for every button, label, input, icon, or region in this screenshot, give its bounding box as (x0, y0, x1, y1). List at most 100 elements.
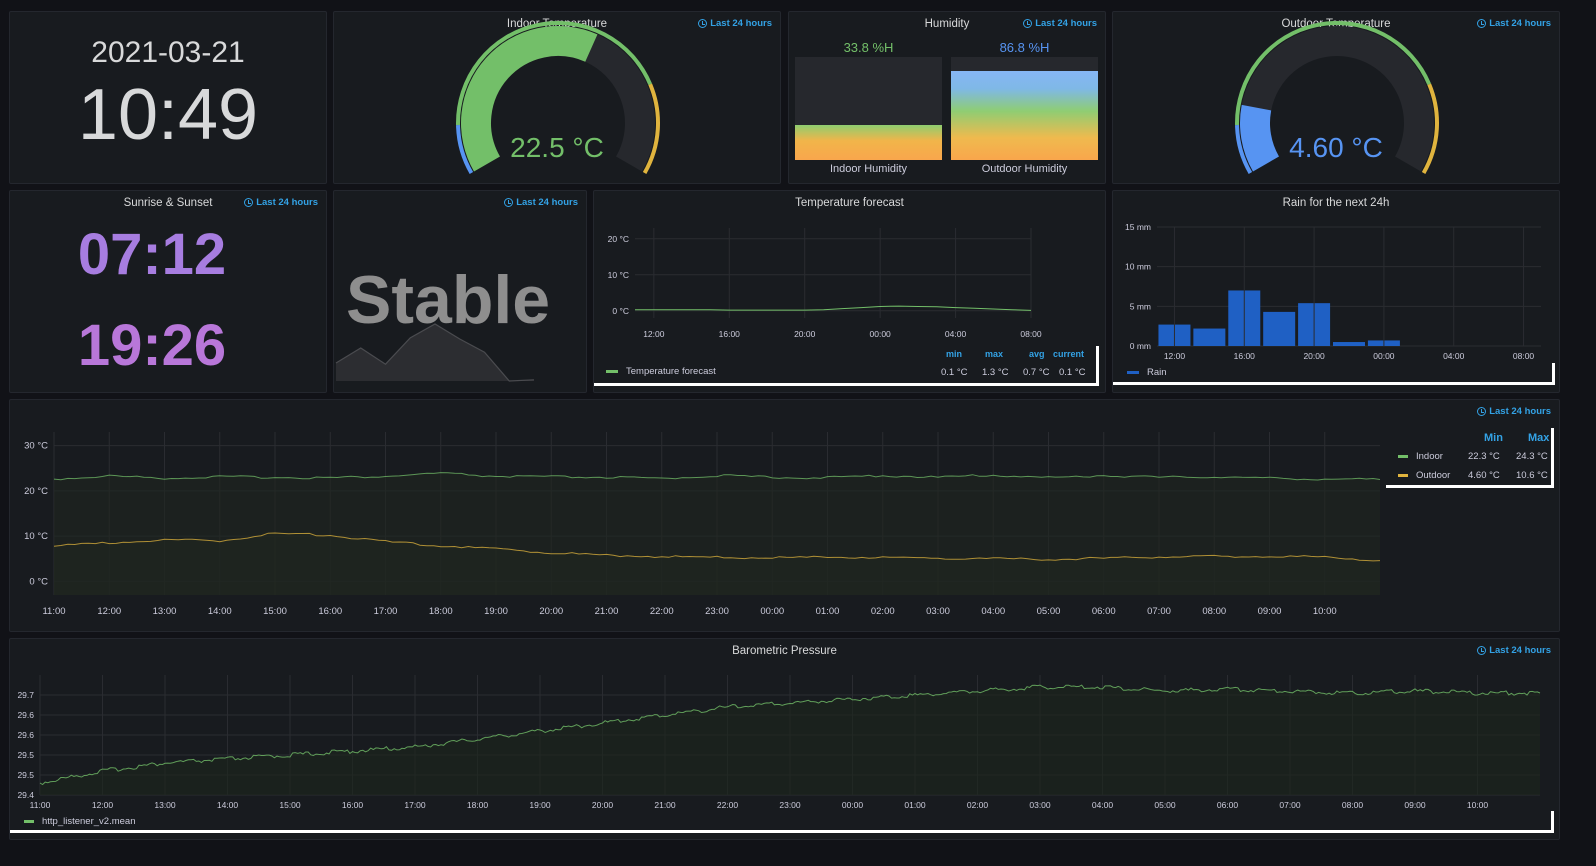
temperature-forecast-panel: Temperature forecast 0 °C 10 °C 20 °C 12:00… (593, 190, 1106, 393)
x-tick-label: 03:00 (926, 606, 950, 617)
legend-label: http_listener_v2.mean (42, 816, 136, 827)
y-tick-label: 20 °C (608, 234, 629, 244)
legend-max-value: 1.3 °C (982, 367, 1009, 378)
x-tick-label: 21:00 (595, 606, 619, 617)
y-tick-label: 29.7 (17, 690, 34, 700)
x-tick-label: 04:00 (945, 329, 967, 339)
x-tick-label: 20:00 (592, 800, 614, 810)
x-tick-label: 02:00 (967, 800, 989, 810)
x-tick-label: 14:00 (208, 606, 232, 617)
temperature-history-chart: 0 °C 10 °C 20 °C 30 °C 11:00 12:00 13:00 14:00 1… (24, 432, 1381, 617)
legend-header-current[interactable]: current (1053, 349, 1084, 359)
rain-panel: Rain for the next 24h 0 mm 5 mm 10 mm 15 mm… (1112, 190, 1560, 393)
outdoor-min-value: 4.60 °C (1468, 470, 1500, 481)
x-tick-label: 01:00 (904, 800, 926, 810)
legend-swatch (1398, 455, 1408, 458)
x-tick-label: 13:00 (154, 800, 176, 810)
x-tick-label: 18:00 (429, 606, 453, 617)
x-tick-label: 05:00 (1037, 606, 1061, 617)
clock-date: 2021-03-21 (91, 36, 245, 69)
y-tick-label: 10 °C (24, 531, 48, 542)
indoor-min-value: 22.3 °C (1468, 451, 1500, 462)
x-tick-label: 22:00 (650, 606, 674, 617)
indoor-max-value: 24.3 °C (1516, 451, 1548, 462)
sunrise-sunset-panel: Sunrise & Sunset Last 24 hours 07:12 19:… (9, 190, 327, 393)
x-tick-label: 21:00 (654, 800, 676, 810)
legend-item-rain[interactable]: Rain (1127, 367, 1167, 378)
time-range-label: Last 24 hours (256, 197, 318, 208)
sunset-time: 19:26 (77, 313, 227, 378)
indoor-temperature-panel: Indoor Temperature Last 24 hours 22.5 °C (333, 11, 781, 184)
y-tick-label: 10 °C (608, 270, 629, 280)
forecast-legend: min max avg current Temperature forecast… (594, 346, 1099, 386)
barometric-pressure-panel: Barometric Pressure Last 24 hours 29.4 29… (9, 638, 1560, 840)
x-tick-label: 11:00 (42, 606, 65, 617)
clock-icon (244, 198, 254, 207)
outdoor-humidity-value: 86.8 %H (999, 40, 1050, 55)
outdoor-temperature-value: 4.60 °C (1289, 132, 1383, 163)
temperature-history-legend: Min Max Indoor 22.3 °C 24.3 °C Outdoor 4… (1386, 428, 1554, 488)
rain-bar (1193, 328, 1226, 346)
legend-label: Rain (1147, 367, 1167, 378)
x-tick-label: 08:00 (1513, 351, 1535, 361)
time-range-link[interactable]: Last 24 hours (244, 197, 318, 208)
x-tick-label: 16:00 (342, 800, 364, 810)
trend-panel: Last 24 hours Stable (333, 190, 587, 393)
outdoor-humidity-label: Outdoor Humidity (981, 163, 1068, 175)
x-tick-label: 17:00 (374, 606, 398, 617)
y-tick-label: 29.4 (17, 790, 34, 800)
time-range-link[interactable]: Last 24 hours (1023, 18, 1097, 29)
x-tick-label: 04:00 (981, 606, 1005, 617)
legend-swatch (24, 820, 34, 823)
x-tick-label: 15:00 (263, 606, 287, 617)
legend-item-indoor[interactable]: Indoor (1398, 451, 1443, 462)
legend-avg-value: 0.7 °C (1023, 367, 1050, 378)
y-tick-label: 20 °C (24, 486, 48, 497)
clock-time: 10:49 (77, 75, 259, 155)
x-tick-label: 13:00 (153, 606, 177, 617)
clock-panel: 2021-03-21 10:49 (9, 11, 327, 184)
legend-item-http-listener[interactable]: http_listener_v2.mean (24, 816, 135, 827)
x-tick-label: 00:00 (1373, 351, 1395, 361)
legend-swatch (1398, 474, 1408, 477)
legend-label: Indoor (1416, 451, 1443, 462)
x-tick-label: 15:00 (279, 800, 301, 810)
y-tick-label: 29.5 (17, 770, 34, 780)
x-tick-label: 04:00 (1092, 800, 1114, 810)
y-tick-label: 0 °C (612, 306, 629, 316)
x-tick-label: 06:00 (1092, 606, 1116, 617)
x-tick-label: 08:00 (1202, 606, 1226, 617)
x-tick-label: 14:00 (217, 800, 239, 810)
x-tick-label: 12:00 (643, 329, 665, 339)
rain-legend: Rain (1113, 363, 1555, 385)
legend-label: Outdoor (1416, 470, 1451, 481)
temperature-history-panel: Last 24 hours 0 °C 10 °C 20 °C 30 °C 11:00 12… (9, 399, 1560, 632)
legend-header-min[interactable]: min (946, 349, 962, 359)
x-tick-label: 04:00 (1443, 351, 1465, 361)
x-tick-label: 17:00 (404, 800, 426, 810)
x-tick-label: 08:00 (1342, 800, 1364, 810)
legend-header-avg[interactable]: avg (1029, 349, 1045, 359)
x-tick-label: 20:00 (1303, 351, 1325, 361)
legend-swatch (1127, 371, 1139, 374)
indoor-temperature-value: 22.5 °C (510, 132, 604, 163)
legend-item-temperature-forecast[interactable]: Temperature forecast (606, 366, 716, 377)
outdoor-max-value: 10.6 °C (1516, 470, 1548, 481)
time-range-label: Last 24 hours (1035, 18, 1097, 29)
indoor-humidity-value: 33.8 %H (843, 40, 894, 55)
x-tick-label: 12:00 (1164, 351, 1186, 361)
legend-header-max[interactable]: Max (1528, 432, 1549, 444)
legend-header-min[interactable]: Min (1484, 432, 1503, 444)
legend-header-max[interactable]: max (985, 349, 1003, 359)
x-tick-label: 19:00 (529, 800, 551, 810)
series-line-Temperature forecast (635, 305, 1032, 311)
outdoor-humidity-fill (951, 70, 1098, 160)
legend-item-outdoor[interactable]: Outdoor (1398, 470, 1450, 481)
x-tick-label: 12:00 (97, 606, 121, 617)
x-tick-label: 11:00 (30, 800, 51, 810)
legend-swatch (606, 370, 618, 373)
y-tick-label: 30 °C (24, 441, 48, 452)
humidity-panel: Humidity Last 24 hours 33.8 %H 86.8 %H I… (788, 11, 1106, 184)
x-tick-label: 07:00 (1147, 606, 1171, 617)
y-tick-label: 10 mm (1125, 262, 1151, 272)
